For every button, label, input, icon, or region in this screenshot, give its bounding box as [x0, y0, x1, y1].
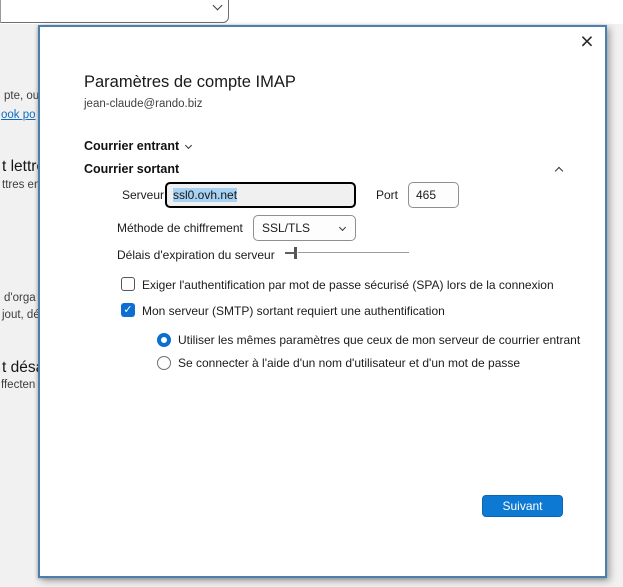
radio-unselected-icon[interactable]: [157, 356, 171, 370]
server-value: ssl0.ovh.net: [173, 188, 237, 202]
port-value: 465: [416, 188, 436, 202]
use-same-settings-radio-label: Utiliser les mêmes paramètres que ceux d…: [178, 333, 580, 347]
chevron-up-icon[interactable]: [555, 167, 563, 175]
encryption-method-label: Méthode de chiffrement: [117, 221, 243, 235]
smtp-auth-checkbox-row[interactable]: ✓ Mon serveur (SMTP) sortant requiert un…: [121, 303, 601, 319]
smtp-auth-checkbox-label: Mon serveur (SMTP) sortant requiert une …: [142, 304, 445, 318]
imap-settings-dialog: × Paramètres de compte IMAP jean-claude@…: [38, 25, 607, 578]
background-text-fragment: ffecten: [1, 379, 35, 391]
section-incoming-label: Courrier entrant: [84, 139, 179, 153]
background-text-fragment: pte, ou: [4, 90, 39, 102]
port-label: Port: [376, 188, 398, 202]
section-incoming-mail[interactable]: Courrier entrant: [84, 139, 191, 153]
use-same-settings-radio-row[interactable]: Utiliser les mêmes paramètres que ceux d…: [157, 333, 617, 349]
account-email: jean-claude@rando.biz: [84, 98, 202, 110]
background-link-fragment: ook po: [1, 109, 36, 121]
background-text-fragment: jout, dé: [2, 309, 40, 321]
slider-track-right: [298, 252, 409, 253]
server-timeout-slider[interactable]: [285, 246, 410, 260]
login-password-radio-row[interactable]: Se connecter à l'aide d'un nom d'utilisa…: [157, 356, 617, 372]
server-label: Serveur: [122, 188, 164, 202]
checkbox-unchecked-icon[interactable]: [121, 277, 135, 291]
dialog-title: Paramètres de compte IMAP: [84, 73, 296, 92]
spa-auth-checkbox-label: Exiger l'authentification par mot de pas…: [142, 278, 554, 292]
spa-auth-checkbox-row[interactable]: Exiger l'authentification par mot de pas…: [121, 277, 601, 293]
chevron-down-icon: [185, 142, 192, 149]
background-text-fragment: ttres en: [2, 179, 40, 191]
selected-text: ssl0.ovh.net: [173, 188, 237, 202]
section-outgoing-mail[interactable]: Courrier sortant: [84, 162, 179, 176]
background-divider: [0, 0, 1, 23]
login-password-radio-label: Se connecter à l'aide d'un nom d'utilisa…: [178, 356, 520, 370]
background-text-fragment: d'orga: [4, 292, 36, 304]
background-combobox[interactable]: [0, 0, 229, 23]
checkbox-checked-icon[interactable]: ✓: [121, 303, 135, 317]
encryption-method-select[interactable]: SSL/TLS: [253, 215, 356, 241]
radio-selected-icon[interactable]: [157, 333, 171, 347]
server-input[interactable]: ssl0.ovh.net: [165, 182, 356, 208]
port-input[interactable]: 465: [408, 182, 459, 208]
slider-thumb[interactable]: [294, 247, 297, 259]
close-icon[interactable]: ×: [574, 29, 600, 55]
server-timeout-label: Délais d'expiration du serveur: [117, 248, 275, 262]
encryption-method-value: SSL/TLS: [262, 221, 310, 235]
chevron-down-icon: [339, 224, 346, 231]
next-button[interactable]: Suivant: [482, 495, 563, 517]
